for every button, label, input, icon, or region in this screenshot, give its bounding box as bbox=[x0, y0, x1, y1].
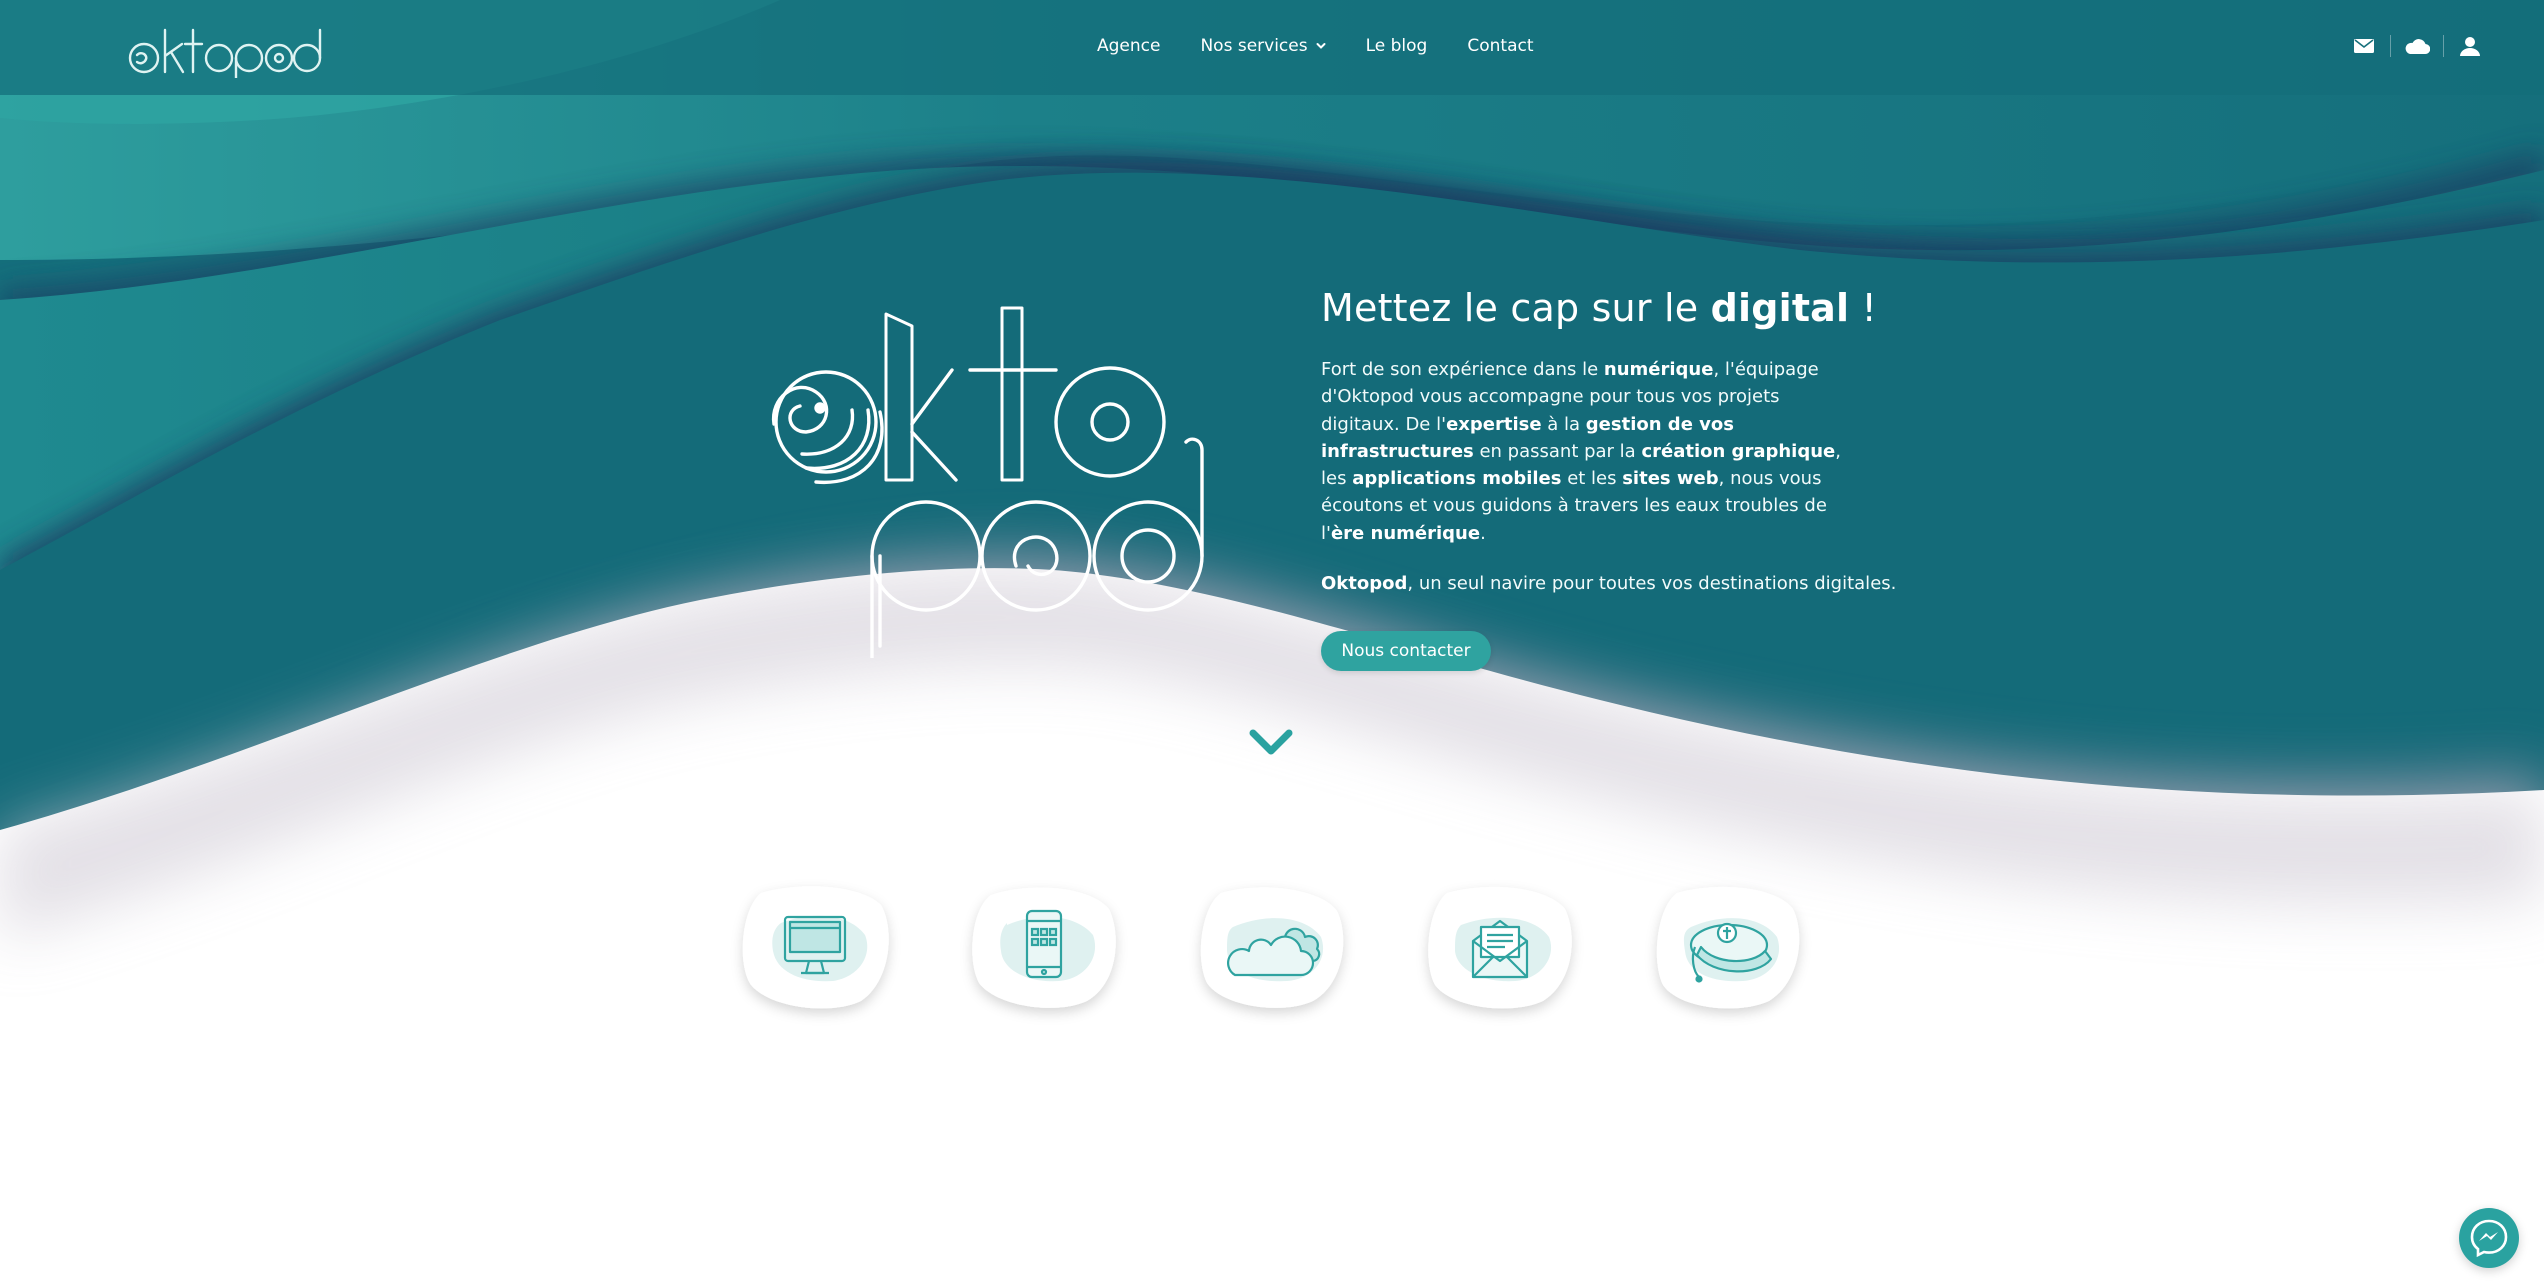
user-icon[interactable] bbox=[2452, 28, 2488, 64]
hero-tagline: Oktopod, un seul navire pour toutes vos … bbox=[1321, 573, 1897, 595]
nav-label: Contact bbox=[1467, 36, 1534, 56]
hero-description: Fort de son expérience dans le numérique… bbox=[1321, 359, 1841, 544]
nav-item-nos-services[interactable]: Nos services bbox=[1200, 36, 1326, 56]
header-divider bbox=[2443, 35, 2444, 57]
hero-title: Mettez le cap sur le digital ! bbox=[1321, 286, 1877, 330]
hero-text-block: Mettez le cap sur le digital ! Fort de s… bbox=[1321, 286, 1897, 597]
service-captain[interactable] bbox=[1653, 885, 1803, 1009]
smartphone-icon bbox=[972, 887, 1116, 1008]
service-mobile[interactable] bbox=[969, 885, 1119, 1009]
site-header: Agence Nos services Le blog Contact bbox=[0, 0, 2544, 95]
captain-hat-icon bbox=[1656, 886, 1800, 1009]
cloud-icon bbox=[1200, 887, 1344, 1008]
hero-wave-background bbox=[0, 0, 2544, 1288]
main-nav: Agence Nos services Le blog Contact bbox=[1097, 0, 1574, 92]
nav-label: Le blog bbox=[1365, 36, 1428, 56]
chevron-down-icon bbox=[1316, 43, 1326, 49]
service-cloud[interactable] bbox=[1197, 885, 1347, 1009]
oktopod-logo[interactable] bbox=[127, 16, 327, 78]
nav-label: Agence bbox=[1097, 36, 1161, 56]
messenger-chat-button[interactable] bbox=[2459, 1208, 2519, 1268]
cloud-icon[interactable] bbox=[2399, 28, 2435, 64]
nav-item-le-blog[interactable]: Le blog bbox=[1366, 36, 1428, 56]
service-mail[interactable] bbox=[1425, 885, 1575, 1009]
envelope-icon[interactable] bbox=[2346, 28, 2382, 64]
desktop-icon bbox=[742, 886, 889, 1009]
header-icon-group bbox=[2346, 28, 2488, 64]
nav-item-agence[interactable]: Agence bbox=[1097, 36, 1160, 56]
messenger-icon bbox=[2470, 1219, 2508, 1258]
mail-icon bbox=[1428, 886, 1572, 1009]
contact-button-label: Nous contacter bbox=[1341, 641, 1471, 661]
oktopod-large-logo bbox=[771, 306, 1204, 658]
services-row bbox=[0, 885, 2544, 1025]
nav-label: Nos services bbox=[1200, 36, 1308, 56]
service-desktop[interactable] bbox=[741, 885, 891, 1009]
header-divider bbox=[2390, 35, 2391, 57]
scroll-down-chevron-icon[interactable] bbox=[1248, 726, 1294, 758]
nav-item-contact[interactable]: Contact bbox=[1467, 36, 1533, 56]
contact-button[interactable]: Nous contacter bbox=[1321, 631, 1491, 671]
